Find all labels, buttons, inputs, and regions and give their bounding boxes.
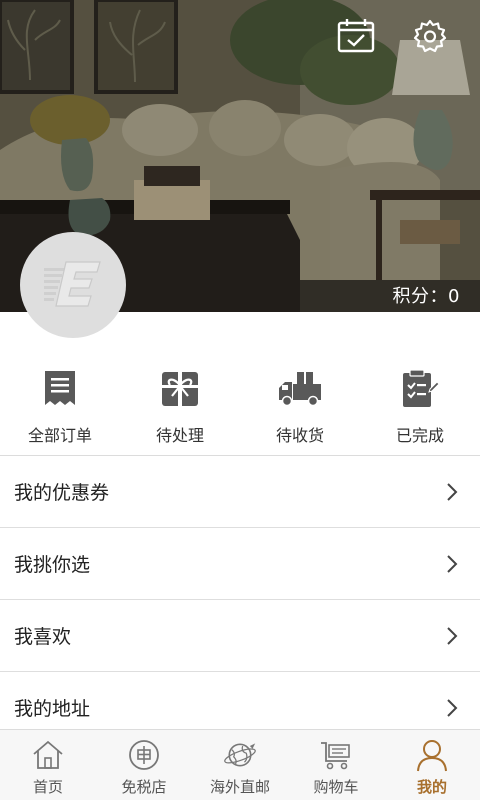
menu-item-favorites[interactable]: 我喜欢 — [0, 600, 480, 672]
profile-menu: 我的优惠券 我挑你选 我喜欢 我的地址 — [0, 456, 480, 744]
order-completed-button[interactable]: 已完成 — [360, 312, 480, 455]
tab-label: 海外直邮 — [209, 778, 270, 796]
bottom-tab-bar: 首页 免税店 海外直邮 购物车 我的 — [0, 729, 480, 800]
home-icon — [33, 740, 63, 769]
chevron-right-icon — [446, 482, 460, 502]
chevron-right-icon — [446, 698, 460, 718]
order-pending-button[interactable]: 待处理 — [120, 312, 240, 455]
brand-logo-e-icon — [44, 261, 101, 307]
chevron-right-icon — [446, 554, 460, 574]
clipboard-check-icon — [403, 369, 440, 407]
menu-item-label: 我喜欢 — [14, 626, 72, 648]
tax-free-coin-icon — [129, 740, 159, 770]
delivery-truck-icon — [279, 372, 321, 407]
calendar-check-icon — [337, 19, 375, 53]
tab-label: 首页 — [32, 778, 63, 796]
order-all-label: 全部订单 — [27, 426, 92, 445]
receipt-icon — [45, 371, 75, 405]
gift-box-icon — [162, 372, 198, 406]
points-value: 0 — [448, 286, 460, 307]
tab-overseas-direct[interactable]: 海外直邮 — [192, 730, 288, 800]
tab-cart[interactable]: 购物车 — [288, 730, 384, 800]
tab-home[interactable]: 首页 — [0, 730, 96, 800]
gear-icon — [413, 19, 447, 53]
order-completed-label: 已完成 — [395, 426, 444, 445]
tab-duty-free[interactable]: 免税店 — [96, 730, 192, 800]
tab-label: 购物车 — [313, 778, 359, 796]
tab-label: 免税店 — [121, 778, 167, 796]
menu-item-label: 我的地址 — [14, 698, 91, 720]
menu-item-label: 我挑你选 — [14, 554, 91, 576]
settings-button[interactable] — [408, 14, 452, 58]
tab-me[interactable]: 我的 — [384, 730, 480, 800]
order-shipping-button[interactable]: 待收货 — [240, 312, 360, 455]
order-pending-label: 待处理 — [155, 426, 204, 445]
order-shipping-label: 待收货 — [275, 426, 324, 445]
avatar[interactable] — [20, 232, 126, 338]
menu-item-picks[interactable]: 我挑你选 — [0, 528, 480, 600]
points-display: 积分：0 — [393, 282, 460, 308]
calendar-check-button[interactable] — [334, 14, 378, 58]
points-label: 积分： — [392, 286, 449, 307]
tab-label: 我的 — [416, 778, 447, 796]
globe-plane-icon — [224, 743, 256, 767]
menu-item-coupons[interactable]: 我的优惠券 — [0, 456, 480, 528]
menu-item-label: 我的优惠券 — [14, 482, 110, 504]
chevron-right-icon — [446, 626, 460, 646]
user-icon — [417, 740, 447, 772]
cart-icon — [321, 742, 350, 770]
